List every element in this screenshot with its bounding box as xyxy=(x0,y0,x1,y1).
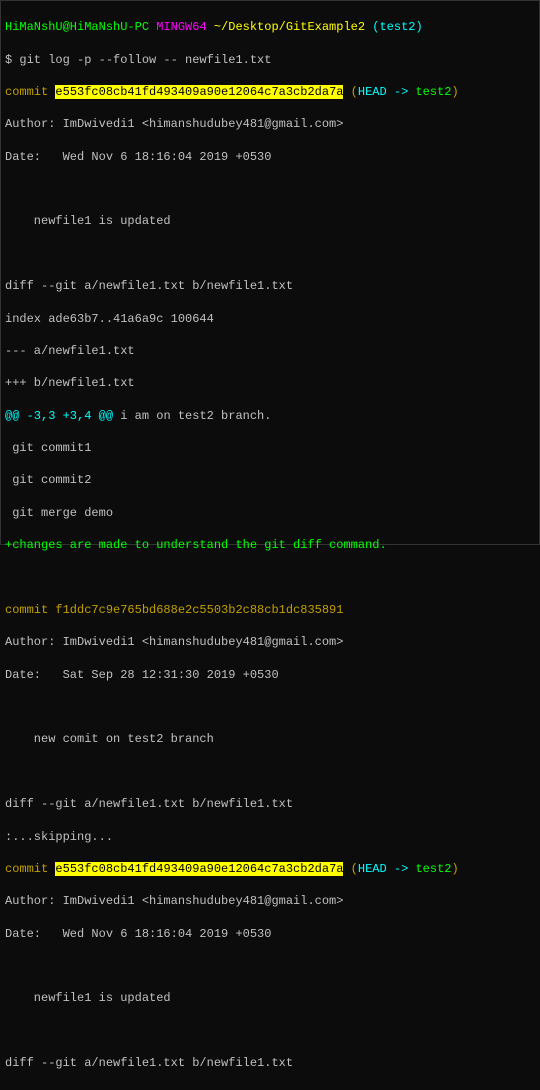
diff-hunk: @@ -3,3 +3,4 @@ i am on test2 branch. xyxy=(5,408,535,424)
head-label: HEAD -> xyxy=(358,85,416,99)
author-line: Author: ImDwivedi1 <himanshudubey481@gma… xyxy=(5,116,535,132)
head-close: ) xyxy=(452,862,459,876)
commit-label: commit xyxy=(5,862,55,876)
user-host: HiMaNshU@HiMaNshU-PC xyxy=(5,20,149,34)
author-line: Author: ImDwivedi1 <himanshudubey481@gma… xyxy=(5,893,535,909)
date-line: Date: Sat Sep 28 12:31:30 2019 +0530 xyxy=(5,667,535,683)
diff-index: index ade63b7..41a6a9c 100644 xyxy=(5,1088,535,1090)
shell-name: MINGW64 xyxy=(149,20,207,34)
commit-line: commit e553fc08cb41fd493409a90e12064c7a3… xyxy=(5,861,535,877)
diff-added: +changes are made to understand the git … xyxy=(5,537,535,553)
hunk-context: i am on test2 branch. xyxy=(113,409,271,423)
commit-message: newfile1 is updated xyxy=(5,213,535,229)
head-close: ) xyxy=(452,85,459,99)
diff-header: diff --git a/newfile1.txt b/newfile1.txt xyxy=(5,278,535,294)
command-text: git log -p --follow -- newfile1.txt xyxy=(19,53,271,67)
date-line: Date: Wed Nov 6 18:16:04 2019 +0530 xyxy=(5,149,535,165)
head-label: HEAD -> xyxy=(358,862,416,876)
terminal-output: HiMaNshU@HiMaNshU-PC MINGW64 ~/Desktop/G… xyxy=(1,1,539,1090)
commit-label: commit xyxy=(5,85,55,99)
diff-context: git merge demo xyxy=(5,505,535,521)
hunk-range: @@ -3,3 +3,4 @@ xyxy=(5,409,113,423)
commit-hash: e553fc08cb41fd493409a90e12064c7a3cb2da7a xyxy=(55,862,343,876)
diff-context: git commit1 xyxy=(5,440,535,456)
date-line: Date: Wed Nov 6 18:16:04 2019 +0530 xyxy=(5,926,535,942)
prompt-dollar: $ xyxy=(5,53,19,67)
commit-hash: e553fc08cb41fd493409a90e12064c7a3cb2da7a xyxy=(55,85,343,99)
head-branch: test2 xyxy=(415,862,451,876)
diff-header: diff --git a/newfile1.txt b/newfile1.txt xyxy=(5,796,535,812)
head-branch: test2 xyxy=(415,85,451,99)
diff-index: index ade63b7..41a6a9c 100644 xyxy=(5,311,535,327)
diff-header: diff --git a/newfile1.txt b/newfile1.txt xyxy=(5,1055,535,1071)
commit-message: new comit on test2 branch xyxy=(5,731,535,747)
branch-indicator: (test2) xyxy=(365,20,423,34)
head-open: ( xyxy=(343,862,357,876)
diff-minus-file: --- a/newfile1.txt xyxy=(5,343,535,359)
diff-plus-file: +++ b/newfile1.txt xyxy=(5,375,535,391)
head-open: ( xyxy=(343,85,357,99)
commit-line: commit f1ddc7c9e765bd688e2c5503b2c88cb1d… xyxy=(5,602,535,618)
pager-skipping: :...skipping... xyxy=(5,829,535,845)
commit-line: commit e553fc08cb41fd493409a90e12064c7a3… xyxy=(5,84,535,100)
commit-message: newfile1 is updated xyxy=(5,990,535,1006)
author-line: Author: ImDwivedi1 <himanshudubey481@gma… xyxy=(5,634,535,650)
prompt-line: HiMaNshU@HiMaNshU-PC MINGW64 ~/Desktop/G… xyxy=(5,19,535,35)
diff-context: git commit2 xyxy=(5,472,535,488)
command-line[interactable]: $ git log -p --follow -- newfile1.txt xyxy=(5,52,535,68)
working-dir: ~/Desktop/GitExample2 xyxy=(207,20,365,34)
